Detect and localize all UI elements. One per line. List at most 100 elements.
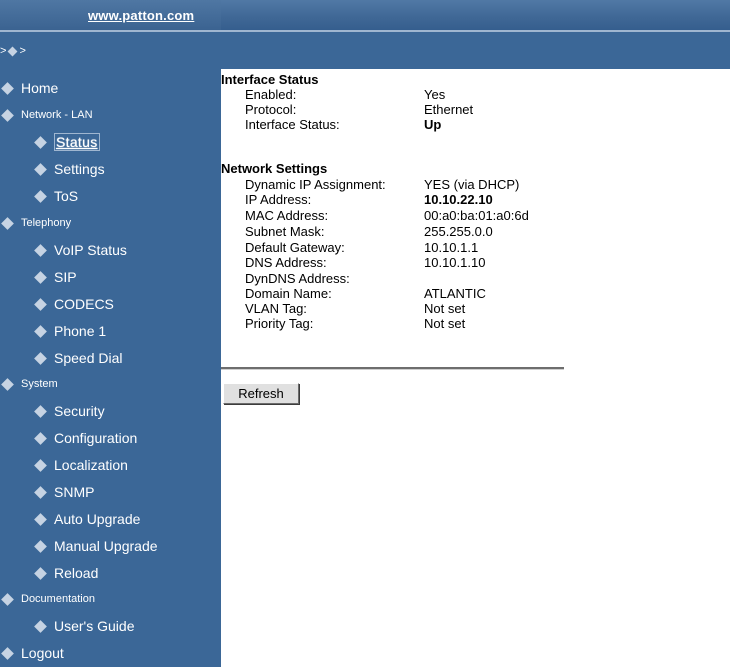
- sidebar-item-label: Home: [21, 80, 59, 96]
- diamond-bullet-icon: [34, 539, 47, 553]
- diamond-bullet-icon: [34, 189, 47, 203]
- diamond-bullet-icon: [34, 162, 47, 176]
- status-row-label: Protocol:: [245, 102, 297, 117]
- sidebar-item-tos[interactable]: ToS: [19, 186, 78, 206]
- sidebar-nav: Home Network - LAN Status Settings ToS T…: [0, 69, 221, 667]
- sidebar-item-system[interactable]: System: [1, 374, 58, 394]
- settings-row-label: Subnet Mask:: [245, 224, 325, 239]
- sidebar-item-network-lan[interactable]: Network - LAN: [1, 105, 93, 125]
- sidebar-item-label: Configuration: [54, 430, 138, 446]
- settings-row-label: Priority Tag:: [245, 316, 314, 331]
- sidebar-item-manual-upgrade[interactable]: Manual Upgrade: [19, 536, 158, 556]
- sidebar-item-label: Security: [54, 403, 105, 419]
- diamond-bullet-icon: [34, 458, 47, 472]
- sidebar-item-label: Speed Dial: [54, 350, 123, 366]
- sidebar-item-label: VoIP Status: [54, 242, 127, 258]
- refresh-button[interactable]: Refresh: [223, 383, 299, 404]
- settings-row-value: ATLANTIC: [424, 286, 486, 301]
- sidebar-item-reload[interactable]: Reload: [19, 563, 98, 583]
- settings-row-label: IP Address:: [245, 192, 312, 207]
- settings-row: IP Address: 10.10.22.10: [245, 192, 605, 207]
- settings-row: MAC Address: 00:a0:ba:01:a0:6d: [245, 208, 605, 223]
- diamond-bullet-icon: [34, 566, 47, 580]
- sidebar-item-configuration[interactable]: Configuration: [19, 428, 137, 448]
- breadcrumb-prefix: >: [0, 45, 7, 57]
- breadcrumb-suffix: >: [19, 45, 26, 57]
- sidebar-item-status[interactable]: Status: [19, 132, 100, 152]
- top-header-bar: www.patton.com: [0, 0, 730, 30]
- sidebar-item-label: Logout: [21, 645, 64, 661]
- diamond-bullet-icon: [34, 135, 47, 149]
- diamond-bullet-icon: [34, 324, 47, 338]
- settings-row-value: 10.10.1.1: [424, 240, 479, 255]
- sidebar-item-label: Status: [54, 133, 100, 151]
- settings-row: Dynamic IP Assignment: YES (via DHCP): [245, 177, 605, 192]
- sidebar-item-logout[interactable]: Logout: [1, 643, 64, 663]
- sidebar-item-codecs[interactable]: CODECS: [19, 294, 114, 314]
- settings-row: Default Gateway: 10.10.1.1: [245, 240, 605, 255]
- sidebar-item-label: CODECS: [54, 296, 114, 312]
- status-row: Protocol: Ethernet: [245, 102, 605, 117]
- diamond-bullet-icon: [1, 377, 14, 391]
- sidebar-item-voip-status[interactable]: VoIP Status: [19, 240, 127, 260]
- sidebar-item-label: Telephony: [21, 217, 72, 229]
- settings-row-label: MAC Address:: [245, 208, 329, 223]
- sidebar-item-label: Reload: [54, 565, 99, 581]
- sidebar-item-label: ToS: [54, 188, 79, 204]
- sidebar-item-label: Manual Upgrade: [54, 538, 158, 554]
- status-row-label: Enabled:: [245, 87, 297, 102]
- sidebar-item-settings[interactable]: Settings: [19, 159, 105, 179]
- settings-row: VLAN Tag: Not set: [245, 301, 605, 316]
- diamond-bullet-icon: [1, 646, 14, 660]
- diamond-bullet-icon: [34, 512, 47, 526]
- sidebar-item-sip[interactable]: SIP: [19, 267, 77, 287]
- sidebar-item-home[interactable]: Home: [1, 78, 58, 98]
- diamond-bullet-icon: [34, 485, 47, 499]
- settings-row-value: Not set: [424, 316, 466, 331]
- status-row: Enabled: Yes: [245, 87, 605, 102]
- network-settings-title: Network Settings: [221, 161, 328, 176]
- sidebar-item-phone-1[interactable]: Phone 1: [19, 321, 106, 341]
- settings-row: Domain Name: ATLANTIC: [245, 286, 605, 301]
- sidebar-item-speed-dial[interactable]: Speed Dial: [19, 348, 123, 368]
- status-row-value: Yes: [424, 87, 446, 102]
- sidebar-item-users-guide[interactable]: User's Guide: [19, 616, 134, 636]
- settings-row-value: 10.10.1.10: [424, 255, 486, 270]
- diamond-bullet-icon: [34, 297, 47, 311]
- sidebar-item-label: Network - LAN: [21, 109, 93, 121]
- breadcrumb: > >: [0, 45, 26, 57]
- sidebar-item-label: Phone 1: [54, 323, 107, 339]
- diamond-bullet-icon: [34, 270, 47, 284]
- interface-status-title: Interface Status: [221, 72, 319, 87]
- settings-row: DNS Address: 10.10.1.10: [245, 255, 605, 270]
- status-row: Interface Status: Up: [245, 117, 605, 132]
- diamond-bullet-icon: [34, 431, 47, 445]
- sidebar-item-localization[interactable]: Localization: [19, 455, 128, 475]
- diamond-bullet-icon: [34, 619, 47, 633]
- sidebar-item-documentation[interactable]: Documentation: [1, 589, 95, 609]
- diamond-bullet-icon: [34, 351, 47, 365]
- diamond-bullet-icon: [1, 592, 14, 606]
- sidebar-item-label: Documentation: [21, 593, 95, 605]
- sidebar-item-auto-upgrade[interactable]: Auto Upgrade: [19, 509, 140, 529]
- settings-row-value: Not set: [424, 301, 466, 316]
- settings-row: DynDNS Address:: [245, 271, 605, 286]
- settings-row-value: 255.255.0.0: [424, 224, 493, 239]
- settings-row-value: 10.10.22.10: [424, 192, 493, 207]
- sidebar-item-label: System: [21, 378, 58, 390]
- patton-website-link[interactable]: www.patton.com: [88, 8, 194, 23]
- status-row-value: Ethernet: [424, 102, 474, 117]
- settings-row-label: Default Gateway:: [245, 240, 345, 255]
- sidebar-item-snmp[interactable]: SNMP: [19, 482, 94, 502]
- sidebar-item-label: Settings: [54, 161, 105, 177]
- status-row-value: Up: [424, 117, 442, 132]
- settings-row-label: DynDNS Address:: [245, 271, 350, 286]
- breadcrumb-bar: [0, 32, 730, 69]
- settings-row-label: VLAN Tag:: [245, 301, 307, 316]
- diamond-bullet-icon: [34, 243, 47, 257]
- settings-row: Priority Tag: Not set: [245, 316, 605, 331]
- sidebar-item-telephony[interactable]: Telephony: [1, 213, 71, 233]
- settings-row: Subnet Mask: 255.255.0.0: [245, 224, 605, 239]
- main-content: Interface Status Enabled: Yes Protocol: …: [221, 69, 730, 667]
- sidebar-item-security[interactable]: Security: [19, 401, 105, 421]
